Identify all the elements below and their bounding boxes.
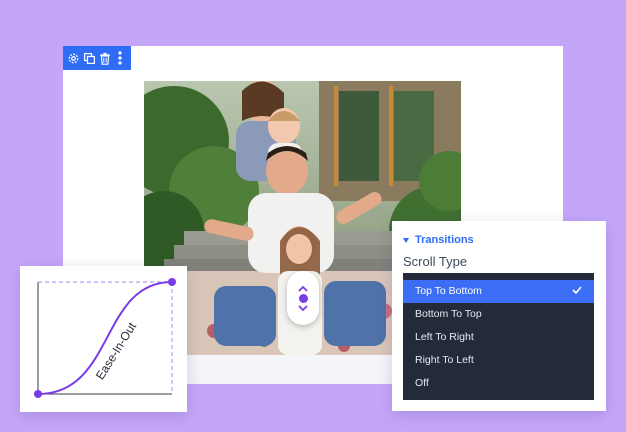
chevron-up-icon (298, 285, 308, 292)
easing-curve-card (20, 266, 187, 412)
element-toolbar (63, 46, 131, 70)
option-bottom-to-top[interactable]: Bottom To Top (403, 303, 594, 326)
caret-down-icon (403, 237, 409, 243)
option-right-to-left[interactable]: Right To Left (403, 349, 594, 372)
option-label: Bottom To Top (415, 308, 482, 320)
option-label: Off (415, 377, 429, 389)
transitions-section-toggle[interactable]: Transitions (403, 234, 474, 246)
option-label: Top To Bottom (415, 285, 482, 297)
option-label: Right To Left (415, 354, 474, 366)
scroll-handle[interactable] (287, 271, 319, 325)
handle-dot (298, 293, 308, 303)
easing-curve (34, 278, 176, 398)
trash-icon[interactable] (98, 51, 112, 65)
section-title: Transitions (415, 234, 474, 246)
check-icon (572, 280, 582, 303)
transitions-panel: Transitions Scroll Type Top To Bottom Bo… (392, 221, 606, 411)
option-label: Left To Right (415, 331, 474, 343)
chevron-down-icon (298, 304, 308, 311)
gear-icon[interactable] (67, 51, 81, 65)
duplicate-icon[interactable] (82, 51, 96, 65)
scroll-type-label: Scroll Type (403, 254, 468, 269)
option-left-to-right[interactable]: Left To Right (403, 326, 594, 349)
option-top-to-bottom[interactable]: Top To Bottom (403, 280, 594, 303)
scroll-type-dropdown: Top To Bottom Bottom To Top Left To Righ… (403, 273, 594, 400)
more-vertical-icon[interactable] (113, 51, 127, 65)
option-off[interactable]: Off (403, 372, 594, 395)
